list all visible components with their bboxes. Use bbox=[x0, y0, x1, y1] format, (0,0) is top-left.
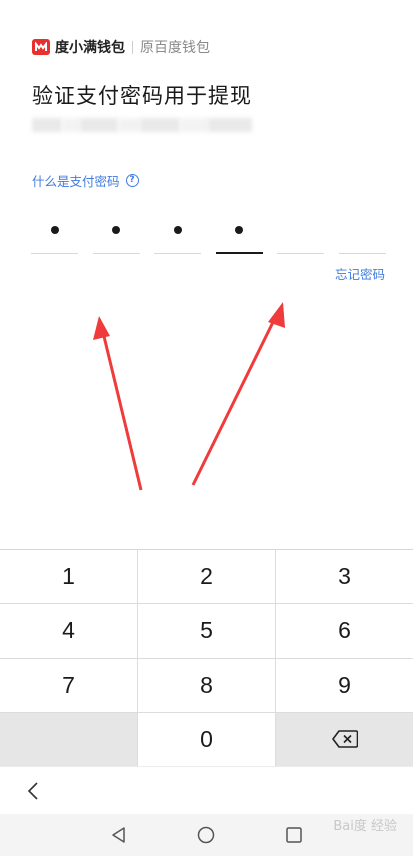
brand-subtitle: 原百度钱包 bbox=[140, 40, 210, 56]
annotation-arrows bbox=[93, 302, 285, 491]
payment-password-page: 度小满钱包 原百度钱包 验证支付密码用于提现 什么是支付密码 ? 忘记密码 1 … bbox=[0, 0, 413, 856]
wallet-logo-icon bbox=[32, 39, 50, 55]
key-1[interactable]: 1 bbox=[0, 550, 138, 605]
bottom-nav bbox=[0, 766, 413, 814]
key-8[interactable]: 8 bbox=[138, 658, 276, 713]
key-7[interactable]: 7 bbox=[0, 658, 138, 713]
blurred-info-text bbox=[32, 118, 252, 132]
pin-dot bbox=[50, 226, 59, 234]
brand-name: 度小满钱包 bbox=[55, 40, 125, 56]
chevron-left-icon[interactable] bbox=[26, 781, 40, 801]
keypad-row: 4 5 6 bbox=[0, 604, 413, 659]
pin-cell-3[interactable] bbox=[154, 214, 202, 254]
numeric-keypad: 1 2 3 4 5 6 7 8 9 0 bbox=[0, 549, 413, 767]
triangle-back-icon[interactable] bbox=[110, 826, 128, 844]
pin-dot bbox=[112, 226, 121, 234]
what-is-password-link[interactable]: 什么是支付密码 ? bbox=[32, 171, 139, 190]
pin-cell-4[interactable] bbox=[215, 214, 263, 254]
key-0[interactable]: 0 bbox=[138, 712, 276, 767]
page-title: 验证支付密码用于提现 bbox=[32, 84, 252, 108]
circle-home-icon[interactable] bbox=[197, 826, 215, 844]
pin-cell-1[interactable] bbox=[31, 214, 78, 254]
keypad-row: 1 2 3 bbox=[0, 550, 413, 605]
arrow-left bbox=[93, 316, 143, 491]
key-4[interactable]: 4 bbox=[0, 604, 138, 659]
backspace-key[interactable] bbox=[276, 712, 413, 767]
key-9[interactable]: 9 bbox=[276, 659, 413, 713]
key-2[interactable]: 2 bbox=[138, 550, 276, 605]
question-circle-icon[interactable]: ? bbox=[125, 174, 139, 187]
key-5[interactable]: 5 bbox=[138, 604, 276, 659]
pin-cell-6[interactable] bbox=[338, 214, 386, 254]
brand-divider bbox=[132, 40, 133, 54]
arrow-right bbox=[191, 302, 285, 486]
key-6[interactable]: 6 bbox=[276, 604, 413, 659]
square-recents-icon[interactable] bbox=[285, 826, 303, 844]
key-blank bbox=[0, 712, 138, 767]
pin-cell-2[interactable] bbox=[92, 214, 140, 254]
help-link-text[interactable]: 什么是支付密码 bbox=[32, 171, 120, 190]
forgot-password-link[interactable]: 忘记密码 bbox=[335, 264, 385, 283]
pin-cell-5[interactable] bbox=[277, 214, 325, 254]
backspace-icon bbox=[331, 730, 358, 749]
pin-dot bbox=[173, 226, 182, 234]
keypad-row: 0 bbox=[0, 712, 413, 767]
pin-dot bbox=[235, 226, 244, 234]
brand-header: 度小满钱包 原百度钱包 bbox=[32, 37, 210, 57]
pin-input[interactable] bbox=[31, 214, 386, 254]
key-3[interactable]: 3 bbox=[276, 550, 413, 605]
keypad-row: 7 8 9 bbox=[0, 658, 413, 713]
watermark: Bai度 经验 bbox=[333, 819, 397, 834]
